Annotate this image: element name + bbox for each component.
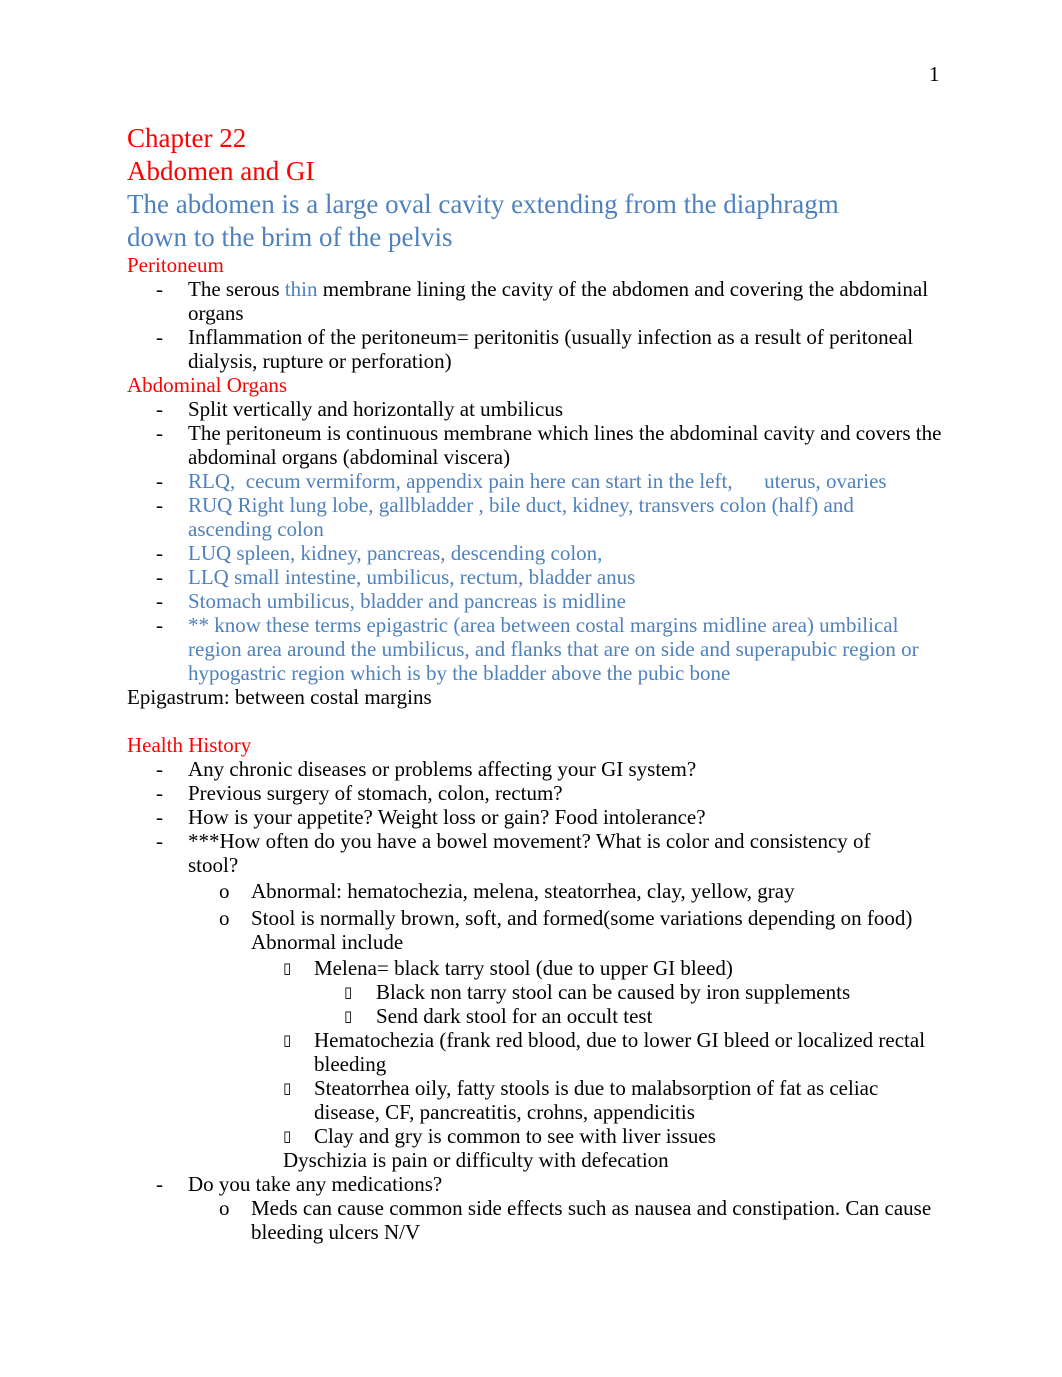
- list-item: - The serous thin membrane lining the ca…: [156, 277, 929, 325]
- list-item: ▯ Melena= black tarry stool (due to upper…: [283, 956, 733, 980]
- dash-bullet-icon: -: [156, 397, 163, 421]
- epigastrum-note: Epigastrum: between costal margins: [127, 685, 432, 709]
- list-item: - Previous surgery of stomach, colon, rec…: [156, 781, 563, 805]
- list-item: - The peritoneum is continuous membrane w…: [156, 421, 942, 469]
- dash-bullet-icon: -: [156, 277, 163, 301]
- section-heading-abdominal-organs: Abdominal Organs: [127, 373, 288, 397]
- dash-bullet-icon: -: [156, 469, 163, 493]
- section-heading-health-history: Health History: [127, 733, 252, 757]
- dash-bullet-icon: -: [156, 829, 163, 853]
- organs-list: - Split vertically and horizontally at um…: [127, 397, 942, 685]
- missing-glyph-bullet-icon: ▯: [283, 959, 292, 977]
- list-item: o Abnormal: hematochezia, melena, steator…: [219, 879, 795, 903]
- list-item: ▯ Clay and gry is common to see with live…: [283, 1124, 716, 1148]
- dyschizia-note: Dyschizia is pain or difficulty with def…: [283, 1148, 669, 1172]
- list-item: - LLQ small intestine, umbilicus, rectum,…: [156, 565, 636, 589]
- list-item: - ***How often do you have a bowel moveme…: [156, 829, 871, 877]
- circle-bullet-icon: o: [219, 879, 230, 903]
- dash-bullet-icon: -: [156, 781, 163, 805]
- dash-bullet-icon: -: [156, 1172, 163, 1196]
- section-heading-peritoneum: Peritoneum: [127, 253, 224, 277]
- chapter-title: Chapter 22: [127, 123, 247, 153]
- list-item: o Meds can cause common side effects such…: [219, 1196, 932, 1244]
- list-item: - RUQ Right lung lobe, gallbladder , bile…: [156, 493, 854, 541]
- list-item: ▯ Black non tarry stool can be caused by …: [344, 980, 851, 1004]
- peritoneum-list: - The serous thin membrane lining the ca…: [127, 277, 942, 373]
- subject-title: Abdomen and GI: [127, 156, 315, 186]
- history-list: - Any chronic diseases or problems affect…: [127, 757, 942, 1244]
- page-number: 1: [929, 62, 940, 86]
- missing-glyph-bullet-icon: ▯: [283, 1079, 292, 1097]
- dash-bullet-icon: -: [156, 757, 163, 781]
- dash-bullet-icon: -: [156, 421, 163, 445]
- list-item: ▯ Send dark stool for an occult test: [344, 1004, 653, 1028]
- dash-bullet-icon: -: [156, 565, 163, 589]
- missing-glyph-bullet-icon: ▯: [283, 1127, 292, 1145]
- list-item: - ** know these terms epigastric (area be…: [156, 613, 919, 685]
- list-item: ▯ Hematochezia (frank red blood, due to l…: [283, 1028, 926, 1076]
- dash-bullet-icon: -: [156, 589, 163, 613]
- dash-bullet-icon: -: [156, 493, 163, 517]
- dash-bullet-icon: -: [156, 325, 163, 349]
- list-item: - Stomach umbilicus, bladder and pancreas…: [156, 589, 626, 613]
- list-item: o Stool is normally brown, soft, and form…: [219, 906, 913, 954]
- dash-bullet-icon: -: [156, 613, 163, 637]
- highlight-word: thin: [284, 277, 318, 301]
- missing-glyph-bullet-icon: ▯: [344, 1007, 353, 1025]
- circle-bullet-icon: o: [219, 1196, 230, 1220]
- dash-bullet-icon: -: [156, 805, 163, 829]
- list-item: - How is your appetite? Weight loss or ga…: [156, 805, 706, 829]
- list-item: - LUQ spleen, kidney, pancreas, descendin…: [156, 541, 603, 565]
- circle-bullet-icon: o: [219, 906, 230, 930]
- list-item: ▯ Steatorrhea oily, fatty stools is due t…: [283, 1076, 879, 1124]
- list-item: - Split vertically and horizontally at um…: [156, 397, 564, 421]
- missing-glyph-bullet-icon: ▯: [344, 983, 353, 1001]
- intro-heading: The abdomen is a large oval cavity exten…: [127, 189, 839, 252]
- list-item: - RLQ, cecum vermiform, appendix pain her…: [156, 469, 887, 493]
- list-item: - Any chronic diseases or problems affect…: [156, 757, 697, 781]
- list-item: - Inflammation of the peritoneum= perito…: [156, 325, 914, 373]
- list-item: - Do you take any medications?: [156, 1172, 443, 1196]
- document-body: Chapter 22 Abdomen and GI The abdomen is…: [127, 122, 942, 1244]
- dash-bullet-icon: -: [156, 541, 163, 565]
- missing-glyph-bullet-icon: ▯: [283, 1031, 292, 1049]
